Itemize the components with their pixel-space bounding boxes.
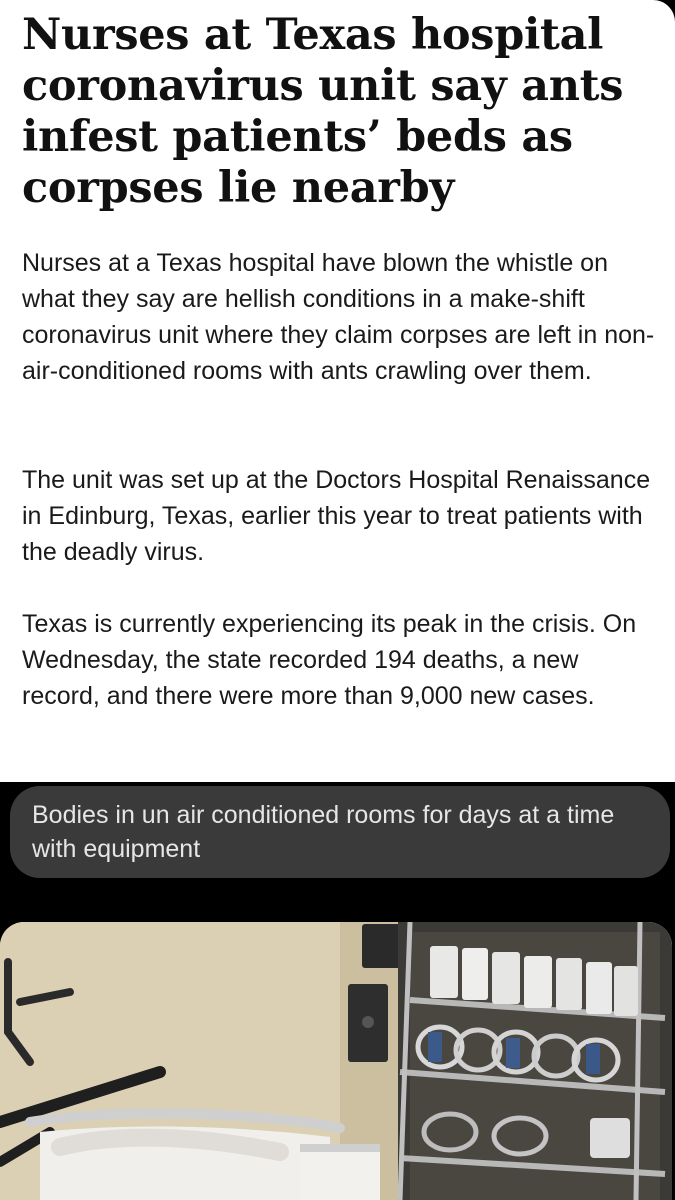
- article-card: Nurses at Texas hospital coronavirus uni…: [0, 0, 675, 782]
- attached-photo[interactable]: [0, 922, 672, 1200]
- message-bubble[interactable]: Bodies in un air conditioned rooms for d…: [10, 786, 670, 878]
- article-paragraph-2: The unit was set up at the Doctors Hospi…: [22, 466, 651, 566]
- article-paragraph-1: Nurses at a Texas hospital have blown th…: [22, 249, 655, 385]
- article-headline: Nurses at Texas hospital coronavirus uni…: [22, 10, 624, 213]
- screenshot-root: Nurses at Texas hospital coronavirus uni…: [0, 0, 675, 1200]
- article-paragraph-3: Texas is currently experiencing its peak…: [22, 610, 637, 710]
- hospital-room-photo: [0, 922, 672, 1200]
- message-text: Bodies in un air conditioned rooms for d…: [32, 801, 615, 863]
